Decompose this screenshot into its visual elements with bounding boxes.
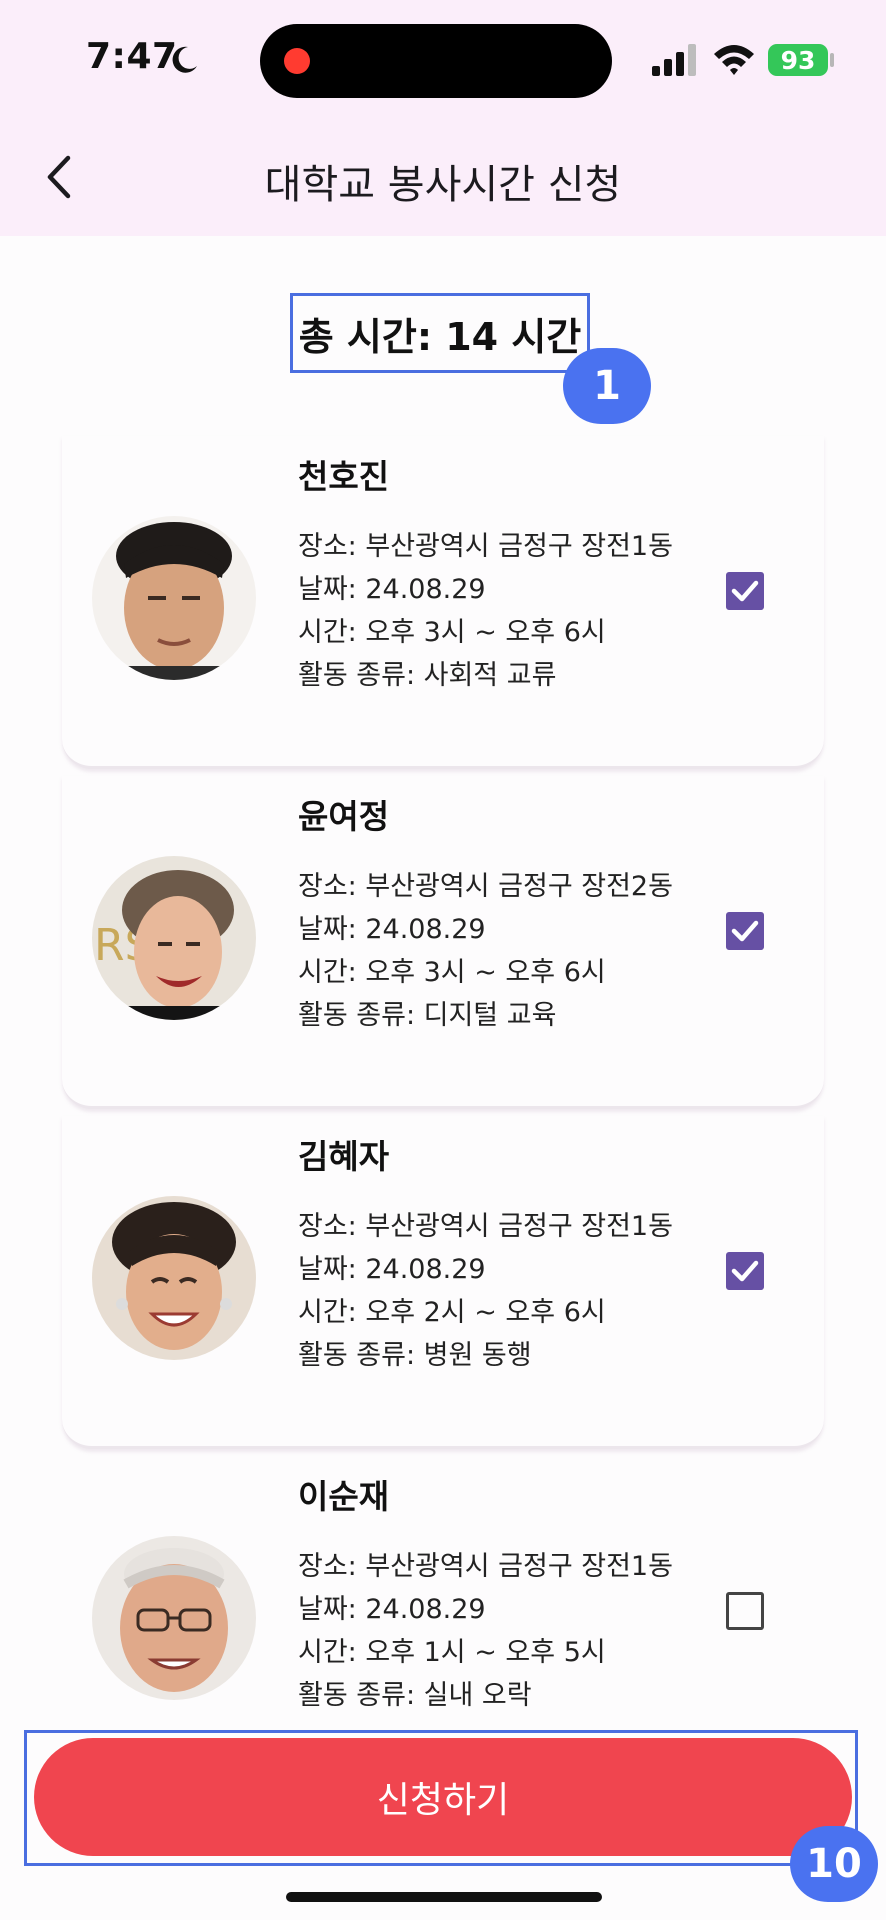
status-time: 7:47 bbox=[86, 36, 178, 77]
home-indicator[interactable] bbox=[286, 1892, 602, 1902]
date-text: 날짜: 24.08.29 bbox=[298, 914, 486, 945]
volunteer-card[interactable]: 천호진 장소: 부산광역시 금정구 장전1동 날짜: 24.08.29 시간: … bbox=[62, 436, 824, 769]
moon-icon bbox=[172, 46, 197, 73]
checkmark-icon bbox=[731, 1260, 759, 1282]
volunteer-card[interactable]: 김혜자 장소: 부산광역시 금정구 장전1동 날짜: 24.08.29 시간: … bbox=[62, 1116, 824, 1449]
volunteer-name: 윤여정 bbox=[298, 797, 390, 836]
place-text: 장소: 부산광역시 금정구 장전1동 bbox=[298, 1211, 673, 1242]
battery-icon: 93 bbox=[768, 44, 828, 76]
select-checkbox[interactable] bbox=[726, 572, 764, 610]
select-checkbox[interactable] bbox=[726, 1592, 764, 1630]
date-text: 날짜: 24.08.29 bbox=[298, 1254, 486, 1285]
battery-level: 93 bbox=[780, 45, 816, 75]
activity-type-text: 활동 종류: 사회적 교류 bbox=[298, 660, 557, 691]
cellular-signal-icon bbox=[652, 44, 696, 76]
checkmark-icon bbox=[731, 920, 759, 942]
submit-button[interactable]: 신청하기 bbox=[34, 1738, 852, 1856]
avatar bbox=[92, 516, 256, 680]
dynamic-island bbox=[260, 24, 612, 98]
select-checkbox[interactable] bbox=[726, 912, 764, 950]
checkmark-icon bbox=[731, 580, 759, 602]
avatar bbox=[92, 1536, 256, 1700]
activity-type-text: 활동 종류: 병원 동행 bbox=[298, 1340, 532, 1371]
page-title: 대학교 봉사시간 신청 bbox=[264, 162, 622, 208]
place-text: 장소: 부산광역시 금정구 장전2동 bbox=[298, 871, 673, 902]
avatar bbox=[92, 1196, 256, 1360]
activity-type-text: 활동 종류: 디지털 교육 bbox=[298, 1000, 557, 1031]
recording-indicator-icon bbox=[284, 48, 310, 74]
time-text: 시간: 오후 3시 ~ 오후 6시 bbox=[298, 957, 606, 988]
wifi-icon bbox=[714, 45, 754, 75]
annotation-badge: 1 bbox=[563, 348, 651, 424]
volunteer-name: 이순재 bbox=[298, 1477, 390, 1516]
date-text: 날짜: 24.08.29 bbox=[298, 1594, 486, 1625]
volunteer-name: 천호진 bbox=[298, 457, 390, 496]
place-text: 장소: 부산광역시 금정구 장전1동 bbox=[298, 531, 673, 562]
volunteer-name: 김혜자 bbox=[298, 1137, 390, 1176]
date-text: 날짜: 24.08.29 bbox=[298, 574, 486, 605]
annotation-badge: 10 bbox=[790, 1826, 878, 1902]
place-text: 장소: 부산광역시 금정구 장전1동 bbox=[298, 1551, 673, 1582]
avatar: RS bbox=[92, 856, 256, 1020]
time-text: 시간: 오후 2시 ~ 오후 6시 bbox=[298, 1297, 606, 1328]
battery-cap bbox=[830, 53, 834, 67]
activity-type-text: 활동 종류: 실내 오락 bbox=[298, 1680, 532, 1711]
time-text: 시간: 오후 1시 ~ 오후 5시 bbox=[298, 1637, 606, 1668]
select-checkbox[interactable] bbox=[726, 1252, 764, 1290]
volunteer-card[interactable]: RS 윤여정 장소: 부산광역시 금정구 장전2동 날짜: 24.08.29 시… bbox=[62, 776, 824, 1109]
total-hours: 총 시간: 14 시간 bbox=[290, 293, 590, 373]
time-text: 시간: 오후 3시 ~ 오후 6시 bbox=[298, 617, 606, 648]
